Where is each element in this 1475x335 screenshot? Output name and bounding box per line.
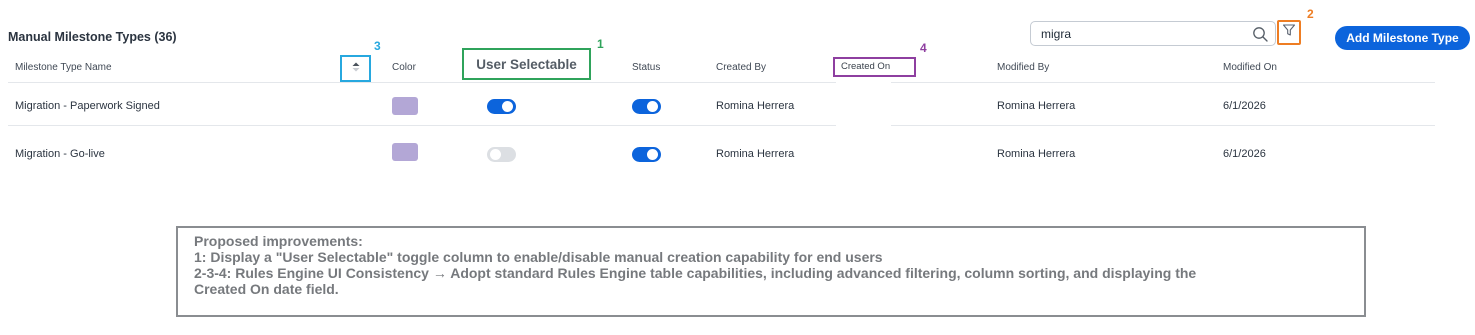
user-selectable-toggle[interactable] (487, 99, 516, 114)
search-icon[interactable] (1252, 26, 1269, 43)
modified-by-cell: Romina Herrera (997, 148, 1076, 160)
column-header-milestone-type-name[interactable]: Milestone Type Name (15, 62, 112, 73)
filter-button[interactable] (1277, 20, 1301, 45)
status-toggle[interactable] (632, 99, 661, 114)
column-header-modified-by[interactable]: Modified By (997, 62, 1049, 73)
modified-on-cell: 6/1/2026 (1223, 148, 1266, 160)
notes-line: Created On date field. (194, 281, 339, 297)
column-header-created-on[interactable]: Created On (833, 57, 916, 77)
status-toggle[interactable] (632, 147, 661, 162)
notes-line: 1: Display a "User Selectable" toggle co… (194, 249, 883, 265)
header-divider (8, 82, 836, 83)
toggle-knob (647, 101, 658, 112)
toggle-knob (502, 101, 513, 112)
created-by-cell: Romina Herrera (716, 148, 795, 160)
search-box[interactable] (1030, 21, 1276, 46)
column-header-created-by[interactable]: Created By (716, 62, 766, 73)
color-swatch (392, 143, 418, 161)
column-header-color[interactable]: Color (392, 62, 416, 73)
milestone-name-cell: Migration - Paperwork Signed (15, 100, 160, 112)
notes-line: 2-3-4: Rules Engine UI Consistency → Ado… (194, 265, 1197, 281)
row-divider (8, 125, 836, 126)
notes-heading: Proposed improvements: (194, 233, 363, 249)
callout-4: 4 (920, 41, 927, 55)
milestone-name-cell: Migration - Go-live (15, 148, 105, 160)
column-header-status[interactable]: Status (632, 62, 660, 73)
sort-ascending-icon (351, 60, 361, 78)
proposed-improvements-note: Proposed improvements: 1: Display a "Use… (176, 226, 1366, 317)
column-header-user-selectable[interactable]: User Selectable (462, 48, 591, 80)
sort-toggle[interactable] (340, 55, 371, 82)
column-header-modified-on[interactable]: Modified On (1223, 62, 1277, 73)
modified-on-cell: 6/1/2026 (1223, 100, 1266, 112)
callout-3: 3 (374, 39, 381, 53)
add-milestone-type-button[interactable]: Add Milestone Type (1335, 26, 1470, 50)
toggle-knob (490, 149, 501, 160)
toggle-knob (647, 149, 658, 160)
row-divider (891, 125, 1435, 126)
search-input[interactable] (1041, 25, 1241, 42)
modified-by-cell: Romina Herrera (997, 100, 1076, 112)
callout-1: 1 (597, 37, 604, 51)
callout-2: 2 (1307, 7, 1314, 21)
page-title: Manual Milestone Types (36) (8, 30, 177, 44)
color-swatch (392, 97, 418, 115)
filter-icon (1282, 23, 1296, 42)
user-selectable-toggle[interactable] (487, 147, 516, 162)
created-by-cell: Romina Herrera (716, 100, 795, 112)
header-divider (891, 82, 1435, 83)
